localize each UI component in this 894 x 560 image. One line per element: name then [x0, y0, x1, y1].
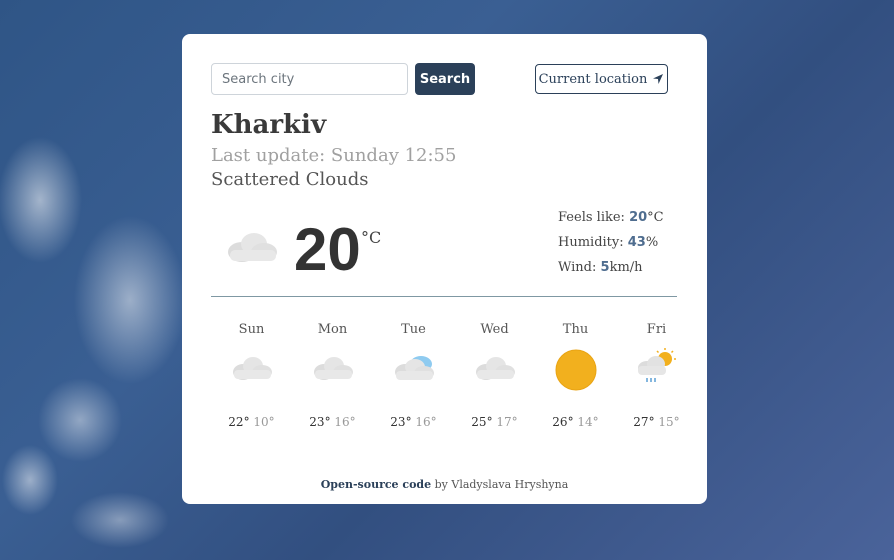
forecast-day-name: Tue [401, 322, 426, 337]
forecast-day: Fri 27° 15° [616, 322, 697, 429]
footer-author: by Vladyslava Hryshyna [431, 478, 569, 491]
feels-like-value: 20 [629, 210, 648, 225]
current-temperature: 20 [294, 216, 361, 283]
forecast-high: 22° [228, 415, 250, 429]
open-source-link[interactable]: Open-source code [321, 478, 431, 491]
forecast-day-name: Wed [480, 322, 509, 337]
forecast-day: Wed 25° 17° [454, 322, 535, 429]
forecast-high: 23° [390, 415, 412, 429]
sun-icon [555, 349, 596, 391]
forecast-day: Mon 23° 16° [292, 322, 373, 429]
weather-details: Feels like: 20°C Humidity: 43% Wind: 5km… [558, 210, 664, 285]
humidity-unit: % [645, 235, 659, 250]
search-button[interactable]: Search [415, 63, 475, 95]
wind-row: Wind: 5km/h [558, 260, 664, 285]
forecast-low: 16° [334, 415, 356, 429]
weather-description: Scattered Clouds [211, 169, 369, 190]
wind-unit: km/h [609, 260, 643, 275]
divider [211, 296, 677, 297]
forecast-high: 25° [471, 415, 493, 429]
forecast-day-name: Mon [317, 322, 348, 337]
cloud-icon [228, 233, 277, 262]
forecast: Sun 22° 10° Mon 23° 16° Tue 23° 16° Wed [211, 322, 699, 429]
forecast-low: 10° [253, 415, 275, 429]
forecast-high: 23° [309, 415, 331, 429]
humidity-row: Humidity: 43% [558, 235, 664, 260]
forecast-low: 17° [496, 415, 518, 429]
cloud-icon [232, 357, 272, 380]
forecast-low: 15° [658, 415, 680, 429]
city-name: Kharkiv [211, 110, 327, 140]
weather-card: Search Current location Kharkiv Last upd… [182, 34, 707, 504]
current-location-button[interactable]: Current location [535, 64, 668, 94]
cloud-icon [394, 356, 434, 380]
forecast-high: 26° [552, 415, 574, 429]
last-update: Last update: Sunday 12:55 [211, 145, 457, 166]
feels-like-unit: °C [647, 210, 664, 225]
wind-value: 5 [600, 260, 610, 275]
forecast-day: Tue 23° 16° [373, 322, 454, 429]
feels-like-label: Feels like: [558, 210, 625, 225]
forecast-day: Sun 22° 10° [211, 322, 292, 429]
search-input[interactable] [211, 63, 408, 95]
cloud-icon [313, 357, 353, 380]
forecast-high: 27° [633, 415, 655, 429]
feels-like-row: Feels like: 20°C [558, 210, 664, 235]
current-location-label: Current location [538, 71, 648, 87]
location-arrow-icon [653, 74, 664, 84]
wind-label: Wind: [558, 260, 597, 275]
forecast-day-name: Sun [238, 322, 265, 337]
temperature-unit: °C [361, 228, 382, 247]
forecast-low: 16° [415, 415, 437, 429]
cloud-icon [475, 357, 515, 380]
footer: Open-source code by Vladyslava Hryshyna [182, 478, 707, 491]
forecast-low: 14° [577, 415, 599, 429]
rain-sun-icon [637, 348, 676, 382]
humidity-label: Humidity: [558, 235, 624, 250]
humidity-value: 43 [627, 235, 646, 250]
forecast-day: Thu 26° 14° [535, 322, 616, 429]
